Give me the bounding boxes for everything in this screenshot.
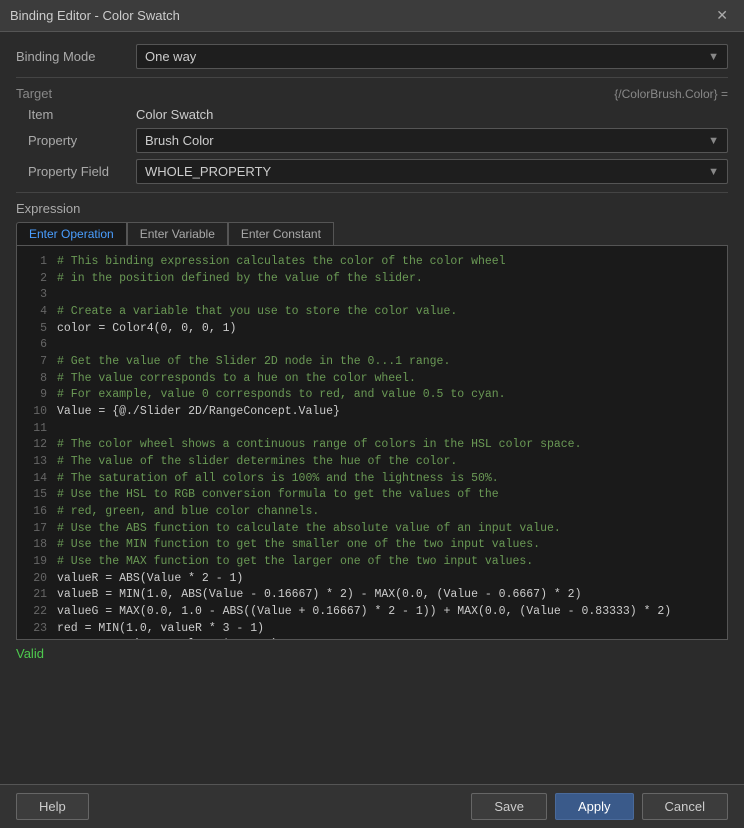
footer: Help Save Apply Cancel <box>0 784 744 828</box>
property-field-value: WHOLE_PROPERTY <box>145 164 271 179</box>
property-field-select[interactable]: WHOLE_PROPERTY ▼ <box>136 159 728 184</box>
property-value: Brush Color <box>145 133 214 148</box>
tab-enter-variable[interactable]: Enter Variable <box>127 222 228 245</box>
footer-left: Help <box>16 793 89 820</box>
footer-right: Save Apply Cancel <box>471 793 728 820</box>
separator-2 <box>16 192 728 193</box>
property-row: Property Brush Color ▼ <box>16 128 728 153</box>
save-button[interactable]: Save <box>471 793 547 820</box>
main-content: Binding Mode One way ▼ Target {/ColorBru… <box>0 32 744 677</box>
expression-tabs: Enter Operation Enter Variable Enter Con… <box>16 222 728 245</box>
binding-mode-arrow: ▼ <box>708 51 719 63</box>
tab-enter-operation[interactable]: Enter Operation <box>16 222 127 245</box>
target-path: {/ColorBrush.Color} = <box>614 87 728 101</box>
item-value: Color Swatch <box>136 107 213 122</box>
valid-status: Valid <box>16 640 728 665</box>
cancel-button[interactable]: Cancel <box>642 793 728 820</box>
binding-mode-row: Binding Mode One way ▼ <box>16 44 728 69</box>
property-field-label: Property Field <box>28 164 136 179</box>
code-editor[interactable]: 1# This binding expression calculates th… <box>16 245 728 640</box>
property-select[interactable]: Brush Color ▼ <box>136 128 728 153</box>
title-bar: Binding Editor - Color Swatch ✕ <box>0 0 744 32</box>
item-row: Item Color Swatch <box>16 107 728 122</box>
target-header: Target {/ColorBrush.Color} = <box>16 86 728 101</box>
binding-mode-label: Binding Mode <box>16 49 136 64</box>
item-label: Item <box>28 107 136 122</box>
separator-1 <box>16 77 728 78</box>
target-section: Target {/ColorBrush.Color} = Item Color … <box>16 86 728 184</box>
property-field-arrow: ▼ <box>708 166 719 178</box>
tab-enter-constant[interactable]: Enter Constant <box>228 222 334 245</box>
property-field-row: Property Field WHOLE_PROPERTY ▼ <box>16 159 728 184</box>
help-button[interactable]: Help <box>16 793 89 820</box>
binding-mode-select[interactable]: One way ▼ <box>136 44 728 69</box>
apply-button[interactable]: Apply <box>555 793 634 820</box>
title-bar-text: Binding Editor - Color Swatch <box>10 8 180 23</box>
property-label: Property <box>28 133 136 148</box>
expression-header: Expression <box>16 201 728 216</box>
close-button[interactable]: ✕ <box>710 5 734 26</box>
binding-mode-value: One way <box>145 49 196 64</box>
target-label: Target <box>16 86 52 101</box>
expression-section: Expression Enter Operation Enter Variabl… <box>16 201 728 665</box>
property-arrow: ▼ <box>708 135 719 147</box>
